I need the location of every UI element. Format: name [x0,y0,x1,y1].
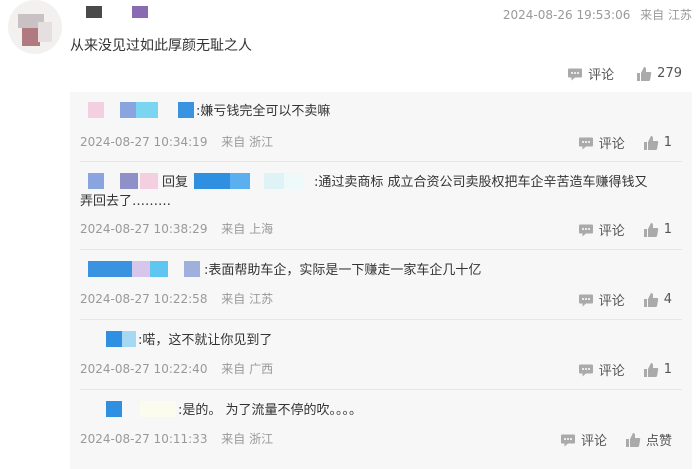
reply-3-reply-label: 评论 [598,294,625,309]
reply-3-meta: 2024-08-27 10:22:58 来自 江苏 [80,290,273,307]
reply-3-line: :表面帮助车企，实际是一下赚走一家车企几十亿 [80,261,481,281]
reply-2-reply-keyword: 回复 [162,175,189,190]
reply-2-time: 2024-08-27 10:38:29 [80,222,208,236]
main-comment-like-count: 279 [657,66,682,81]
reply-4-username-redacted[interactable] [80,331,138,347]
reply-2-reply-button[interactable]: 评论 [578,220,625,239]
thumbs-up-icon [643,292,659,308]
reply-3-like-count: 4 [663,292,672,307]
reply-2-username-redacted[interactable] [80,173,162,189]
reply-2-actions: 评论 1 [578,220,672,239]
reply-4-location: 来自 广西 [221,362,274,376]
thumbs-up-icon [643,135,659,151]
reply-5-text: :是的。 为了流量不停的吹。。。。 [178,403,363,418]
main-comment-text: 从来没见过如此厚颜无耻之人 [70,38,252,54]
reply-4-actions: 评论 1 [578,360,672,379]
reply-5-like-button[interactable]: 点赞 [625,430,672,449]
main-comment-like-button[interactable]: 279 [636,66,682,82]
reply-1-reply-button[interactable]: 评论 [578,133,625,152]
reply-2-line: 回复 :通过卖商标 成立合资公司卖股权把车企辛苦造车赚得钱又 [80,173,648,193]
reply-2-reply-label: 评论 [598,224,625,239]
reply-1-text: :嫌亏钱完全可以不卖嘛 [196,104,331,119]
reply-5-reply-label: 评论 [580,434,607,449]
reply-3-time: 2024-08-27 10:22:58 [80,292,208,306]
reply-5-actions: 评论 点赞 [560,430,672,449]
reply-5-line: :是的。 为了流量不停的吹。。。。 [80,401,362,421]
reply-2-meta: 2024-08-27 10:38:29 来自 上海 [80,220,273,237]
main-comment-actions: 评论 279 [567,64,682,83]
main-comment-reply-label: 评论 [588,68,615,83]
username-redacted[interactable] [86,6,148,18]
reply-3-reply-button[interactable]: 评论 [578,290,625,309]
comment-bubble-icon [578,135,594,151]
comment-bubble-icon [560,432,576,448]
reply-5-meta: 2024-08-27 10:11:33 来自 浙江 [80,430,273,447]
reply-2-location: 来自 上海 [221,222,274,236]
reply-4-reply-button[interactable]: 评论 [578,360,625,379]
divider [80,319,682,320]
reply-4-text: :喏，这不就让你见到了 [138,333,273,348]
reply-1-line: :嫌亏钱完全可以不卖嘛 [80,102,330,122]
reply-1-time: 2024-08-27 10:34:19 [80,135,208,149]
reply-1-username-redacted[interactable] [80,102,196,118]
reply-5-username-redacted[interactable] [80,401,178,417]
reply-4-time: 2024-08-27 10:22:40 [80,362,208,376]
reply-4-reply-label: 评论 [598,364,625,379]
reply-1-like-button[interactable]: 1 [643,135,672,151]
thumbs-up-icon [625,432,641,448]
thumbs-up-icon [636,66,652,82]
main-comment-time: 2024-08-26 19:53:06 [502,8,631,22]
main-comment-location: 来自 江苏 [640,8,692,22]
reply-2-text: :通过卖商标 成立合资公司卖股权把车企辛苦造车赚得钱又 [314,175,648,190]
reply-5-time: 2024-08-27 10:11:33 [80,432,208,446]
reply-1-actions: 评论 1 [578,133,672,152]
comment-bubble-icon [578,222,594,238]
reply-3-username-redacted[interactable] [80,261,204,277]
reply-4-like-count: 1 [663,362,672,377]
reply-3-actions: 评论 4 [578,290,672,309]
reply-1-location: 来自 浙江 [221,135,274,149]
comment-bubble-icon [578,362,594,378]
reply-3-text: :表面帮助车企，实际是一下赚走一家车企几十亿 [204,263,482,278]
comment-bubble-icon [578,292,594,308]
reply-2-target-username-redacted[interactable] [194,173,314,189]
reply-3-location: 来自 江苏 [221,292,274,306]
reply-2-like-button[interactable]: 1 [643,222,672,238]
main-comment-meta: 2024-08-26 19:53:06 来自 江苏 [503,6,692,23]
reply-4-like-button[interactable]: 1 [643,362,672,378]
reply-4-meta: 2024-08-27 10:22:40 来自 广西 [80,360,273,377]
reply-2-text-continued: 弄回去了……… [80,194,172,209]
reply-5-reply-button[interactable]: 评论 [560,430,607,449]
thumbs-up-icon [643,362,659,378]
reply-1-like-count: 1 [663,135,672,150]
divider [80,249,682,250]
thumbs-up-icon [643,222,659,238]
reply-1-reply-label: 评论 [598,137,625,152]
reply-3-like-button[interactable]: 4 [643,292,672,308]
reply-2-like-count: 1 [663,222,672,237]
divider [80,161,682,162]
reply-5-location: 来自 浙江 [221,432,274,446]
user-avatar[interactable] [8,0,62,54]
replies-panel: :嫌亏钱完全可以不卖嘛 2024-08-27 10:34:19 来自 浙江 评论… [70,92,692,469]
reply-4-line: :喏，这不就让你见到了 [80,331,272,351]
divider [80,389,682,390]
reply-5-like-label: 点赞 [645,434,672,449]
reply-1-meta: 2024-08-27 10:34:19 来自 浙江 [80,133,273,150]
comment-bubble-icon [567,66,583,82]
main-comment-reply-button[interactable]: 评论 [567,64,614,83]
